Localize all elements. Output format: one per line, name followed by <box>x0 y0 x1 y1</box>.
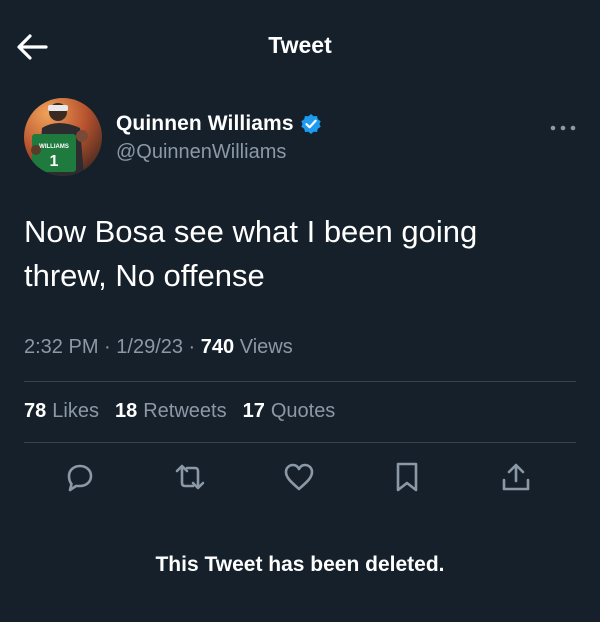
reply-button[interactable] <box>63 460 97 494</box>
reply-icon <box>67 464 93 492</box>
tweet-text: Now Bosa see what I been going threw, No… <box>24 210 574 298</box>
top-bar: Tweet <box>0 0 600 92</box>
likes-stat[interactable]: 78 Likes <box>24 400 99 423</box>
more-options-button[interactable] <box>550 120 576 131</box>
retweet-button[interactable] <box>173 460 207 494</box>
avatar[interactable]: WILLIAMS 1 <box>24 98 102 176</box>
page-title: Tweet <box>268 32 332 58</box>
more-horizontal-icon <box>550 125 576 131</box>
share-button[interactable] <box>499 460 533 494</box>
retweet-icon <box>175 464 205 490</box>
quotes-count: 17 <box>242 400 265 422</box>
views-count: 740 <box>200 336 235 358</box>
jersey-name-text: WILLIAMS <box>39 144 69 150</box>
divider <box>24 381 576 382</box>
bookmark-icon <box>396 462 418 492</box>
divider <box>24 442 576 443</box>
retweets-stat[interactable]: 18 Retweets <box>115 400 227 423</box>
author-name[interactable]: Quinnen Williams <box>116 112 294 136</box>
bookmark-button[interactable] <box>390 460 424 494</box>
share-icon <box>502 463 530 491</box>
quotes-stat[interactable]: 17 Quotes <box>243 400 336 423</box>
action-bar <box>0 460 600 500</box>
likes-count: 78 <box>24 400 47 422</box>
retweets-count: 18 <box>114 400 138 422</box>
like-button[interactable] <box>282 460 316 494</box>
meta-separator: · <box>98 336 117 358</box>
retweets-label: Retweets <box>143 400 227 422</box>
verified-badge-icon <box>300 114 321 134</box>
meta-separator: · <box>183 336 201 358</box>
jersey-number-text: 1 <box>50 153 59 170</box>
engagement-stats: 78 Likes 18 Retweets 17 Quotes <box>24 400 335 423</box>
author-name-row[interactable]: Quinnen Williams <box>116 112 322 136</box>
tweet-date[interactable]: 1/29/23 <box>116 336 183 358</box>
tweet-meta: 2:32 PM · 1/29/23 · 740 Views <box>24 336 293 359</box>
views-label: Views <box>234 336 293 358</box>
quotes-label: Quotes <box>270 400 336 422</box>
likes-label: Likes <box>52 400 99 422</box>
tweet-text-line-2: threw, No offense <box>24 258 265 293</box>
deleted-notice: This Tweet has been deleted. <box>155 553 445 576</box>
like-icon <box>284 463 314 491</box>
author-handle[interactable]: @QuinnenWilliams <box>116 141 286 164</box>
tweet-time[interactable]: 2:32 PM <box>24 336 98 358</box>
tweet-text-line-1: Now Bosa see what I been going <box>24 214 478 249</box>
